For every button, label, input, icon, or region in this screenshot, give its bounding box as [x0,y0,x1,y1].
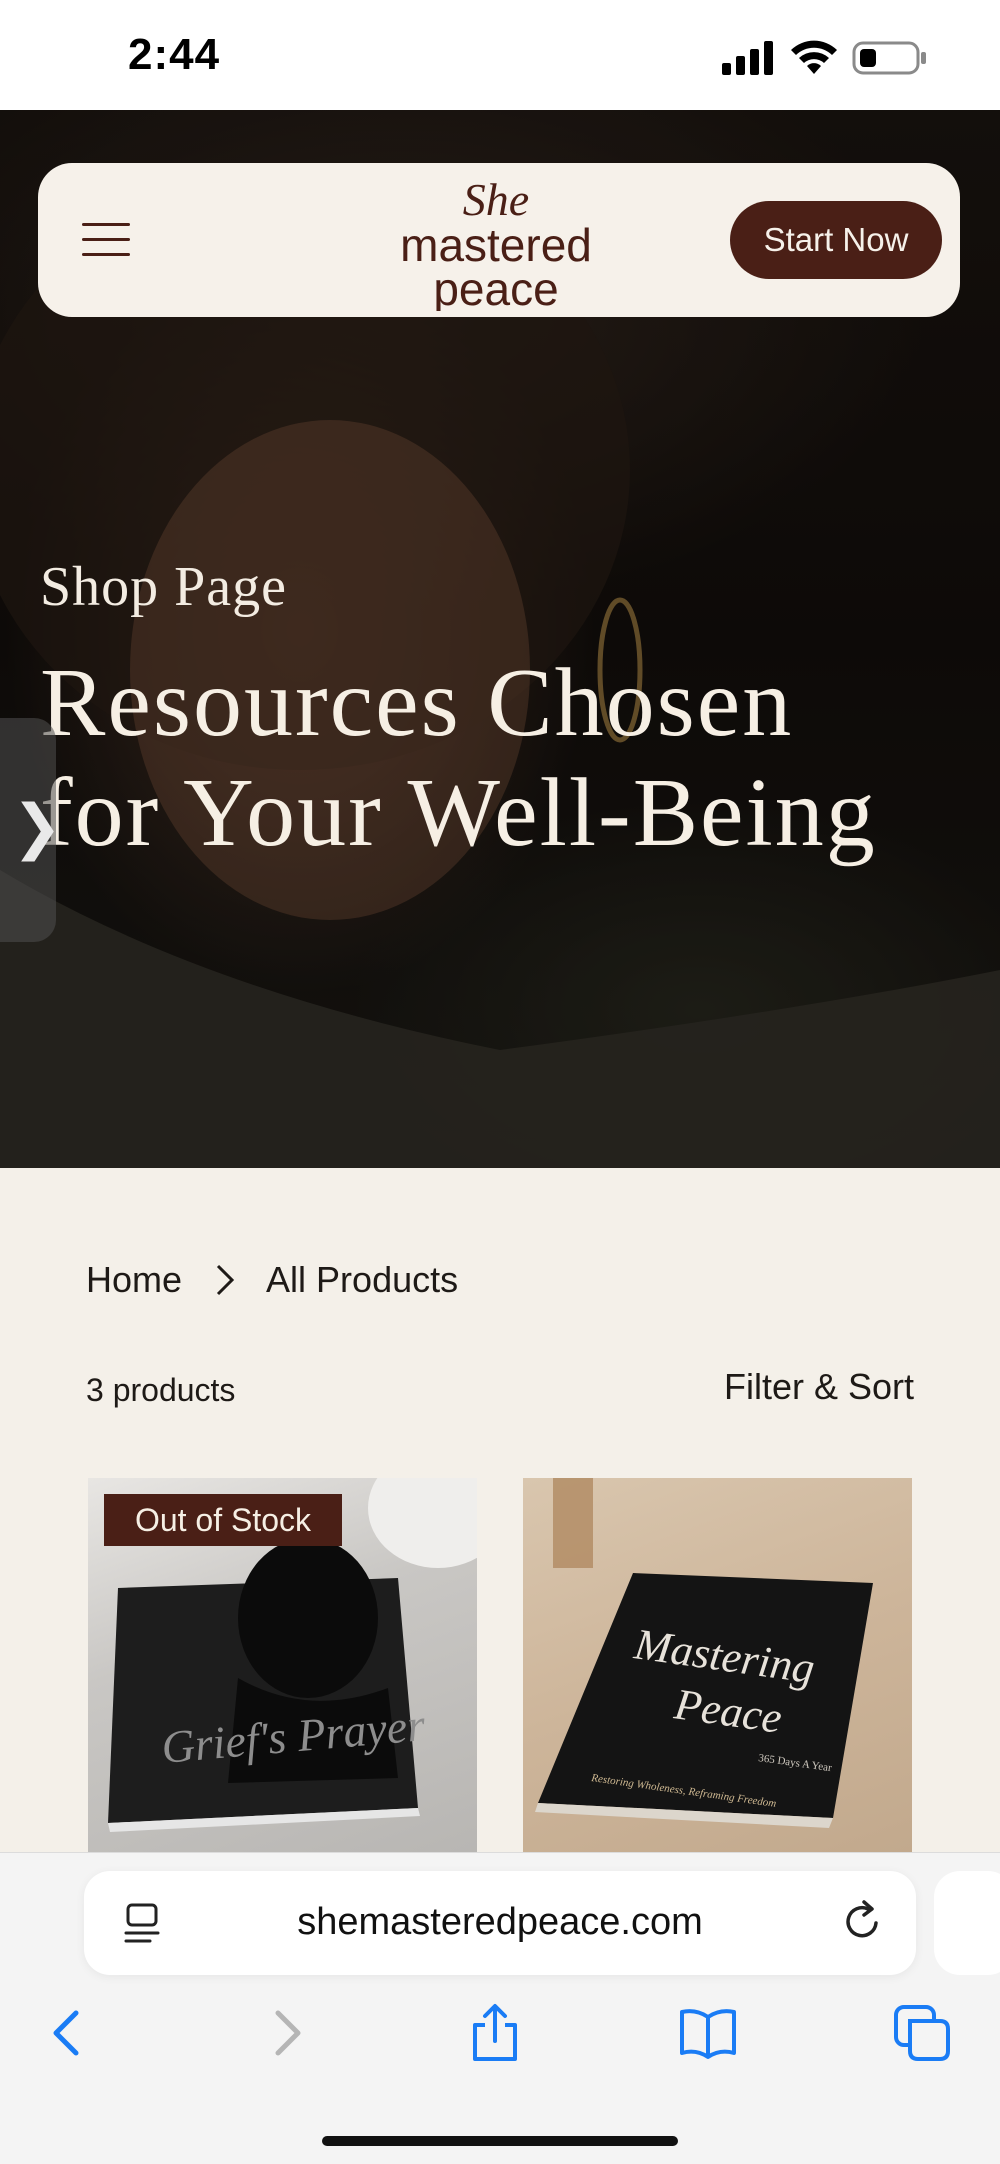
product-image-mastering-peace: Mastering Peace 365 Days A Year Restorin… [535,1478,873,1828]
back-icon[interactable] [38,2003,98,2063]
home-indicator[interactable] [322,2136,678,2146]
top-navbar: She mastered peace Start Now [38,163,960,317]
hero-eyebrow: Shop Page [40,556,287,618]
brand-logo[interactable]: She mastered peace [386,171,606,315]
hamburger-menu-icon[interactable] [82,217,132,263]
next-tab-peek[interactable] [934,1871,1000,1975]
status-time: 2:44 [128,30,221,79]
forward-icon[interactable] [256,2003,316,2063]
svg-text:peace: peace [433,263,558,311]
reload-icon[interactable] [840,1899,886,1945]
filter-sort-button[interactable]: Filter & Sort [724,1366,914,1408]
wifi-icon [791,40,837,74]
product-listing: Home All Products 3 products Filter & So… [0,1168,1000,1852]
side-drawer-tab[interactable]: ❯ [0,718,62,942]
hero-title-line-2: for Your Well-Being [40,759,877,867]
breadcrumb: Home All Products [86,1259,458,1301]
product-count: 3 products [86,1372,236,1408]
browser-toolbar: shemasteredpeace.com [0,1852,1000,2164]
product-card[interactable]: Grief's Prayer Out of Stock [88,1478,477,1852]
chevron-right-icon [216,1264,235,1296]
breadcrumb-home[interactable]: Home [86,1259,182,1301]
svg-text:She: She [463,174,529,225]
hero-section: She mastered peace Start Now Shop Page R… [0,110,1000,1168]
url-text: shemasteredpeace.com [297,1901,703,1943]
product-card[interactable]: Mastering Peace 365 Days A Year Restorin… [523,1478,912,1852]
bookmarks-icon[interactable] [678,2003,738,2063]
signal-icon [722,41,773,75]
breadcrumb-current: All Products [266,1259,459,1300]
hero-title-line-1: Resources Chosen [40,649,794,757]
status-icons [722,38,928,78]
out-of-stock-badge: Out of Stock [104,1494,342,1546]
battery-icon [852,41,926,75]
tabs-icon[interactable] [892,2003,952,2063]
start-now-button[interactable]: Start Now [730,201,942,279]
hero-title: Resources Chosen for Your Well-Being [40,648,1000,868]
address-bar[interactable]: shemasteredpeace.com [84,1871,916,1975]
chevron-right-icon: ❯ [12,792,63,862]
share-icon[interactable] [465,2003,525,2063]
status-bar: 2:44 [0,0,1000,110]
